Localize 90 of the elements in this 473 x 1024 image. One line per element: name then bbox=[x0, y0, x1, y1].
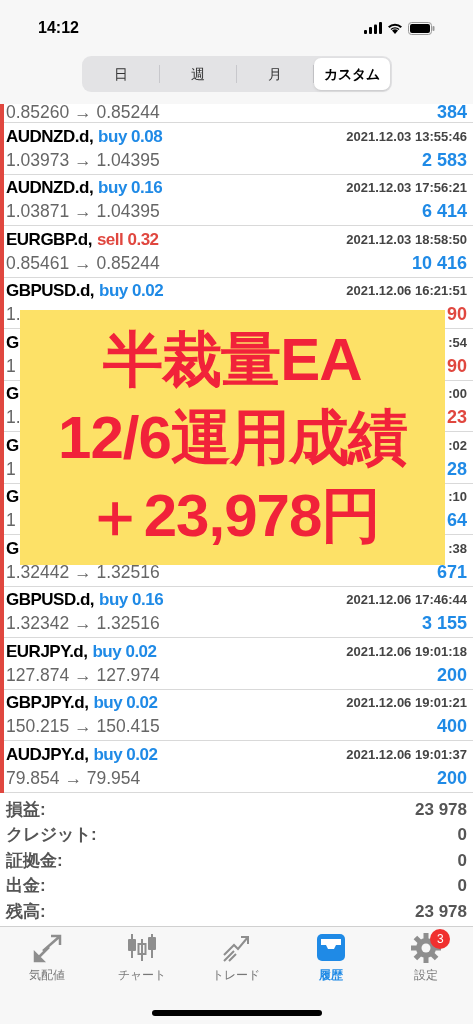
trade-time: 2021.12.06 19:01:37 bbox=[346, 745, 467, 764]
wifi-icon bbox=[387, 22, 403, 34]
price-range: 150.215 → 150.415 bbox=[6, 717, 160, 737]
diagonal-arrows-icon bbox=[31, 932, 64, 963]
trade-type: buy 0.02 bbox=[92, 640, 157, 663]
banner-text: 12/6運用成績 bbox=[58, 402, 407, 473]
trade-time: :02 bbox=[448, 436, 467, 455]
trade-type: buy 0.16 bbox=[99, 589, 164, 611]
inbox-icon bbox=[315, 932, 348, 963]
trade-profit: 23 bbox=[446, 408, 467, 428]
summary-label: クレジット: bbox=[6, 824, 97, 846]
trade-time: 2021.12.06 19:01:18 bbox=[346, 642, 467, 661]
trade-profit: 28 bbox=[446, 459, 467, 479]
trade-type: buy 0.16 bbox=[98, 177, 163, 199]
price-range: 1.03871 → 1.04395 bbox=[6, 202, 160, 222]
status-time: 14:12 bbox=[38, 18, 79, 38]
price-range: 1 bbox=[6, 356, 16, 376]
trade-profit: 671 bbox=[436, 562, 467, 582]
trade-profit: 10 416 bbox=[411, 253, 467, 273]
trade-type: buy 0.02 bbox=[93, 743, 158, 766]
price-range: 1.32442 → 1.32516 bbox=[6, 562, 160, 582]
summary-value: 23 978 bbox=[415, 798, 467, 821]
tab-bar-item[interactable]: 履歴 bbox=[283, 932, 379, 989]
summary-label: 残高: bbox=[6, 900, 46, 923]
price-range: 1. bbox=[6, 408, 21, 428]
trade-profit: 2 583 bbox=[421, 150, 467, 170]
trade-profit: 384 bbox=[436, 104, 467, 122]
trade-profit: 6 414 bbox=[421, 202, 467, 222]
symbol-label: AUDNZD.d, bbox=[6, 177, 94, 199]
period-tab[interactable]: 週 bbox=[160, 58, 236, 90]
price-range: 1.32342 → 1.32516 bbox=[6, 614, 160, 634]
trade-time: :54 bbox=[448, 333, 467, 352]
symbol-label: GBPJPY.d, bbox=[6, 692, 89, 714]
banner-text: ＋23,978円 bbox=[84, 480, 381, 551]
summary-label: 損益: bbox=[6, 798, 46, 821]
trade-time: 2021.12.06 16:21:51 bbox=[346, 282, 467, 300]
trade-profit: 200 bbox=[436, 665, 467, 685]
trade-time: 2021.12.06 17:46:44 bbox=[346, 591, 467, 609]
symbol-label: G bbox=[6, 537, 19, 560]
price-range: 79.854 → 79.954 bbox=[6, 768, 141, 788]
trade-time: :38 bbox=[448, 539, 467, 558]
trade-type: buy 0.08 bbox=[98, 125, 163, 148]
period-tab[interactable]: カスタム bbox=[313, 58, 390, 90]
price-range: 0.85461 → 0.85244 bbox=[6, 253, 160, 273]
symbol-label: G bbox=[6, 383, 19, 405]
summary-value: 23 978 bbox=[415, 900, 467, 923]
trade-type: buy 0.02 bbox=[99, 280, 164, 302]
battery-icon bbox=[408, 21, 435, 35]
signal-icon bbox=[364, 22, 382, 34]
trade-profit: 3 155 bbox=[421, 614, 467, 634]
banner-text: 半裁量EA bbox=[103, 324, 362, 395]
trade-profit: 90 bbox=[446, 305, 467, 325]
summary-value: 0 bbox=[457, 875, 467, 897]
symbol-label: AUDNZD.d, bbox=[6, 125, 94, 148]
trade-profit: 64 bbox=[446, 511, 467, 531]
trade-time: 2021.12.03 13:55:46 bbox=[346, 127, 467, 146]
trade-time: 2021.12.03 17:56:21 bbox=[346, 179, 467, 197]
summary-value: 0 bbox=[457, 849, 467, 872]
symbol-label: EURJPY.d, bbox=[6, 640, 88, 663]
trade-profit: 200 bbox=[436, 768, 467, 788]
trade-time: :10 bbox=[448, 488, 467, 506]
symbol-label: AUDJPY.d, bbox=[6, 743, 89, 766]
tab-bar-item[interactable]: チャート bbox=[94, 932, 190, 989]
trade-time: :00 bbox=[448, 385, 467, 403]
symbol-label: G bbox=[6, 434, 19, 457]
period-tab[interactable]: 月 bbox=[237, 58, 313, 90]
notification-badge: 3 bbox=[430, 928, 451, 949]
price-range: 1 bbox=[6, 511, 16, 531]
price-range: 1 bbox=[6, 459, 16, 479]
symbol-label: G bbox=[6, 331, 19, 354]
trade-time: 2021.12.03 18:58:50 bbox=[346, 230, 467, 249]
symbol-label: GBPUSD.d, bbox=[6, 589, 95, 611]
summary-label: 出金: bbox=[6, 875, 46, 897]
symbol-label: GBPUSD.d, bbox=[6, 280, 95, 302]
summary-value: 0 bbox=[457, 824, 467, 846]
summary-label: 証拠金: bbox=[6, 849, 63, 872]
trade-time: 2021.12.06 19:01:21 bbox=[346, 694, 467, 712]
price-range: 127.874 → 127.974 bbox=[6, 665, 160, 685]
symbol-label: EURGBP.d, bbox=[6, 228, 92, 251]
tab-bar-item[interactable]: 気配値 bbox=[0, 932, 95, 989]
trade-type: buy 0.02 bbox=[93, 692, 158, 714]
trade-type: sell 0.32 bbox=[96, 228, 159, 251]
symbol-label: G bbox=[6, 486, 19, 508]
trade-profit: 400 bbox=[436, 717, 467, 737]
price-range: 1. bbox=[6, 305, 21, 325]
tab-bar-item[interactable]: トレード bbox=[189, 932, 284, 989]
price-range: 1.03973 → 1.04395 bbox=[6, 150, 160, 170]
trade-profit: 90 bbox=[446, 356, 467, 376]
period-tab[interactable]: 日 bbox=[83, 58, 160, 90]
price-range: 0.85260 → 0.85244 bbox=[6, 104, 160, 122]
